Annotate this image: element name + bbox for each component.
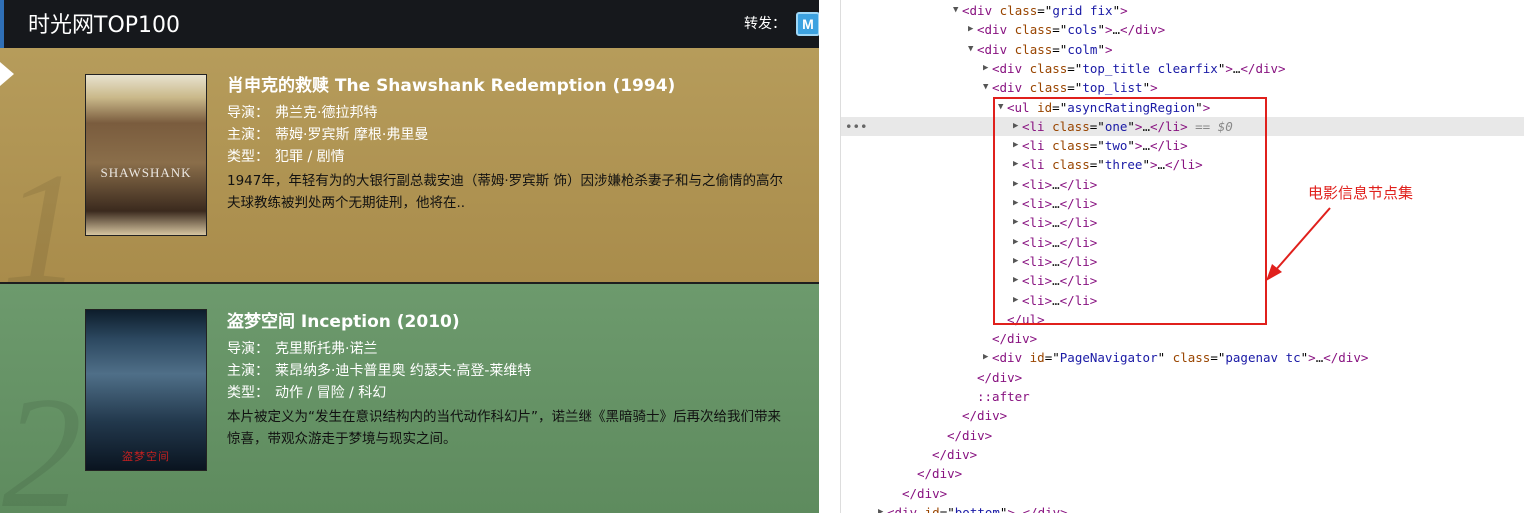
dom-node-line[interactable]: </div> bbox=[841, 484, 1524, 503]
mtime-top100-panel: 时光网TOP100 转发： M 1 SHAWSHANK 肖申克的救赎 The S… bbox=[0, 0, 819, 513]
movie-item: 2 盗梦空间 盗梦空间 Inception (2010) 导演： 克里斯托弗·诺兰… bbox=[0, 284, 819, 513]
dom-node-content[interactable]: </div> bbox=[968, 368, 1022, 387]
dom-node-content[interactable]: </div> bbox=[923, 445, 977, 464]
cast-links[interactable]: 蒂姆·罗宾斯 摩根·弗里曼 bbox=[275, 127, 428, 143]
dom-node-line[interactable]: ▼ <div class="top_list"> bbox=[841, 78, 1524, 97]
dom-node-markup: </div> bbox=[917, 466, 963, 482]
share-label: 转发： bbox=[744, 16, 786, 32]
dom-node-line[interactable]: ▶ <div id="PageNavigator" class="pagenav … bbox=[841, 348, 1524, 367]
movie-title-link[interactable]: 肖申克的救赎 The Shawshank Redemption (1994) bbox=[227, 74, 783, 98]
genre-row: 类型： 犯罪 / 剧情 bbox=[227, 146, 783, 168]
dom-node-content[interactable]: </div> bbox=[908, 464, 962, 483]
cast-label: 主演： bbox=[227, 363, 269, 379]
dom-node-markup: <div class="top_list"> bbox=[992, 80, 1158, 96]
cast-label: 主演： bbox=[227, 127, 269, 143]
expand-arrow-icon[interactable]: ▼ bbox=[953, 1, 962, 20]
dom-node-content[interactable]: </div> bbox=[953, 406, 1007, 425]
cast-row: 主演： 莱昂纳多·迪卡普里奥 约瑟夫·高登-莱维特 bbox=[227, 360, 783, 382]
rank-number: 1 bbox=[2, 139, 82, 282]
collapse-arrow-icon[interactable]: ▶ bbox=[983, 59, 992, 78]
dom-node-markup: </div> bbox=[977, 369, 1023, 385]
rank-number: 2 bbox=[2, 363, 82, 513]
dom-node-markup: </div> bbox=[962, 408, 1008, 424]
dom-node-content[interactable]: </div> bbox=[983, 329, 1037, 348]
genre-links[interactable]: 动作 / 冒险 / 科幻 bbox=[275, 385, 386, 401]
director-label: 导演： bbox=[227, 105, 269, 121]
movie-title-link[interactable]: 盗梦空间 Inception (2010) bbox=[227, 310, 783, 334]
dom-node-markup: <div class="grid fix"> bbox=[962, 3, 1128, 18]
dom-node-markup: </div> bbox=[947, 427, 993, 443]
movie-description: 本片被定义为“发生在意识结构内的当代动作科幻片”，诺兰继《黑暗骑士》后再次给我们… bbox=[227, 409, 781, 447]
panel-header: 时光网TOP100 转发： M bbox=[0, 0, 819, 48]
share-mtime-icon[interactable]: M bbox=[796, 12, 819, 36]
dom-node-line[interactable]: </div> bbox=[841, 426, 1524, 445]
dom-node-markup: <div class="cols">…</div> bbox=[977, 22, 1166, 38]
dom-node-markup: </div> bbox=[932, 446, 978, 462]
dom-node-line[interactable]: ▼ <div class="grid fix"> bbox=[841, 1, 1524, 20]
more-dots-icon[interactable]: ••• bbox=[845, 117, 868, 136]
dom-node-content[interactable]: ▼ <div class="top_list"> bbox=[983, 78, 1158, 97]
director-row: 导演： 弗兰克·德拉邦特 bbox=[227, 102, 783, 124]
genre-links[interactable]: 犯罪 / 剧情 bbox=[275, 149, 345, 165]
dom-node-markup: </div> bbox=[902, 485, 948, 501]
dom-node-content[interactable]: ▶ <div class="top_title clearfix">…</div> bbox=[983, 59, 1286, 78]
dom-node-line[interactable]: </div> bbox=[841, 445, 1524, 464]
genre-label: 类型： bbox=[227, 149, 269, 165]
page-title: 时光网TOP100 bbox=[28, 13, 181, 38]
movie-poster[interactable]: SHAWSHANK bbox=[85, 74, 207, 236]
dom-node-line[interactable]: ▶ <div class="top_title clearfix">…</div> bbox=[841, 59, 1524, 78]
movie-description: 1947年，年轻有为的大银行副总裁安迪（蒂姆·罗宾斯 饰）因涉嫌枪杀妻子和与之偷… bbox=[227, 173, 783, 211]
dom-node-line[interactable]: ::after bbox=[841, 387, 1524, 406]
dom-node-line[interactable]: ▶ <div id="bottom">…</div> bbox=[841, 503, 1524, 513]
collapse-arrow-icon[interactable]: ▶ bbox=[878, 503, 887, 513]
cast-links[interactable]: 莱昂纳多·迪卡普里奥 约瑟夫·高登-莱维特 bbox=[275, 363, 531, 379]
director-row: 导演： 克里斯托弗·诺兰 bbox=[227, 338, 783, 360]
movie-info: 盗梦空间 Inception (2010) 导演： 克里斯托弗·诺兰 主演： 莱昂纳… bbox=[227, 310, 783, 450]
dom-node-content[interactable]: ▼ <div class="colm"> bbox=[968, 40, 1113, 59]
dom-node-markup: <div class="top_title clearfix">…</div> bbox=[992, 60, 1286, 76]
annotation-arrow-icon bbox=[1266, 207, 1331, 281]
expand-arrow-icon[interactable]: ▼ bbox=[983, 78, 992, 97]
director-link[interactable]: 克里斯托弗·诺兰 bbox=[275, 341, 377, 357]
expand-arrow-icon[interactable]: ▼ bbox=[968, 40, 977, 59]
dom-node-line[interactable]: ▼ <div class="colm"> bbox=[841, 40, 1524, 59]
dom-node-line[interactable]: ▶ <div class="cols">…</div> bbox=[841, 20, 1524, 39]
dom-node-content[interactable]: ▶ <div id="bottom">…</div> bbox=[878, 503, 1068, 513]
dom-node-markup: <div id="bottom">…</div> bbox=[887, 504, 1068, 513]
poster-text: 盗梦空间 bbox=[122, 451, 170, 463]
poster-text: SHAWSHANK bbox=[100, 165, 192, 180]
dom-node-line[interactable]: </div> bbox=[841, 406, 1524, 425]
dom-node-content[interactable]: </div> bbox=[938, 426, 992, 445]
dom-node-markup: <div id="PageNavigator" class="pagenav t… bbox=[992, 350, 1369, 366]
dom-node-line[interactable]: </div> bbox=[841, 368, 1524, 387]
dom-node-content[interactable]: ▼ <div class="grid fix"> bbox=[953, 1, 1128, 20]
dom-node-content[interactable]: ▶ <div id="PageNavigator" class="pagenav … bbox=[983, 348, 1368, 367]
genre-label: 类型： bbox=[227, 385, 269, 401]
annotation-label: 电影信息节点集 bbox=[1308, 184, 1414, 202]
director-link[interactable]: 弗兰克·德拉邦特 bbox=[275, 105, 377, 121]
dom-node-content[interactable]: ▶ <div class="cols">…</div> bbox=[968, 20, 1165, 39]
dom-node-markup: </div> bbox=[992, 331, 1038, 347]
director-label: 导演： bbox=[227, 341, 269, 357]
dom-node-line[interactable]: </div> bbox=[841, 464, 1524, 483]
dom-node-markup: ::after bbox=[977, 389, 1030, 404]
movie-poster[interactable]: 盗梦空间 bbox=[85, 309, 207, 471]
dom-node-content[interactable]: </div> bbox=[893, 484, 947, 503]
collapse-arrow-icon[interactable]: ▶ bbox=[968, 20, 977, 39]
genre-row: 类型： 动作 / 冒险 / 科幻 bbox=[227, 382, 783, 404]
dom-node-line[interactable]: </div> bbox=[841, 329, 1524, 348]
current-marker-icon bbox=[0, 62, 14, 86]
collapse-arrow-icon[interactable]: ▶ bbox=[983, 348, 992, 367]
movie-item: 1 SHAWSHANK 肖申克的救赎 The Shawshank Redempt… bbox=[0, 48, 819, 282]
dom-node-content[interactable]: ::after bbox=[968, 387, 1030, 406]
movie-info: 肖申克的救赎 The Shawshank Redemption (1994) 导… bbox=[227, 74, 783, 214]
dom-node-markup: <div class="colm"> bbox=[977, 41, 1113, 57]
highlight-box bbox=[993, 97, 1267, 325]
cast-row: 主演： 蒂姆·罗宾斯 摩根·弗里曼 bbox=[227, 124, 783, 146]
